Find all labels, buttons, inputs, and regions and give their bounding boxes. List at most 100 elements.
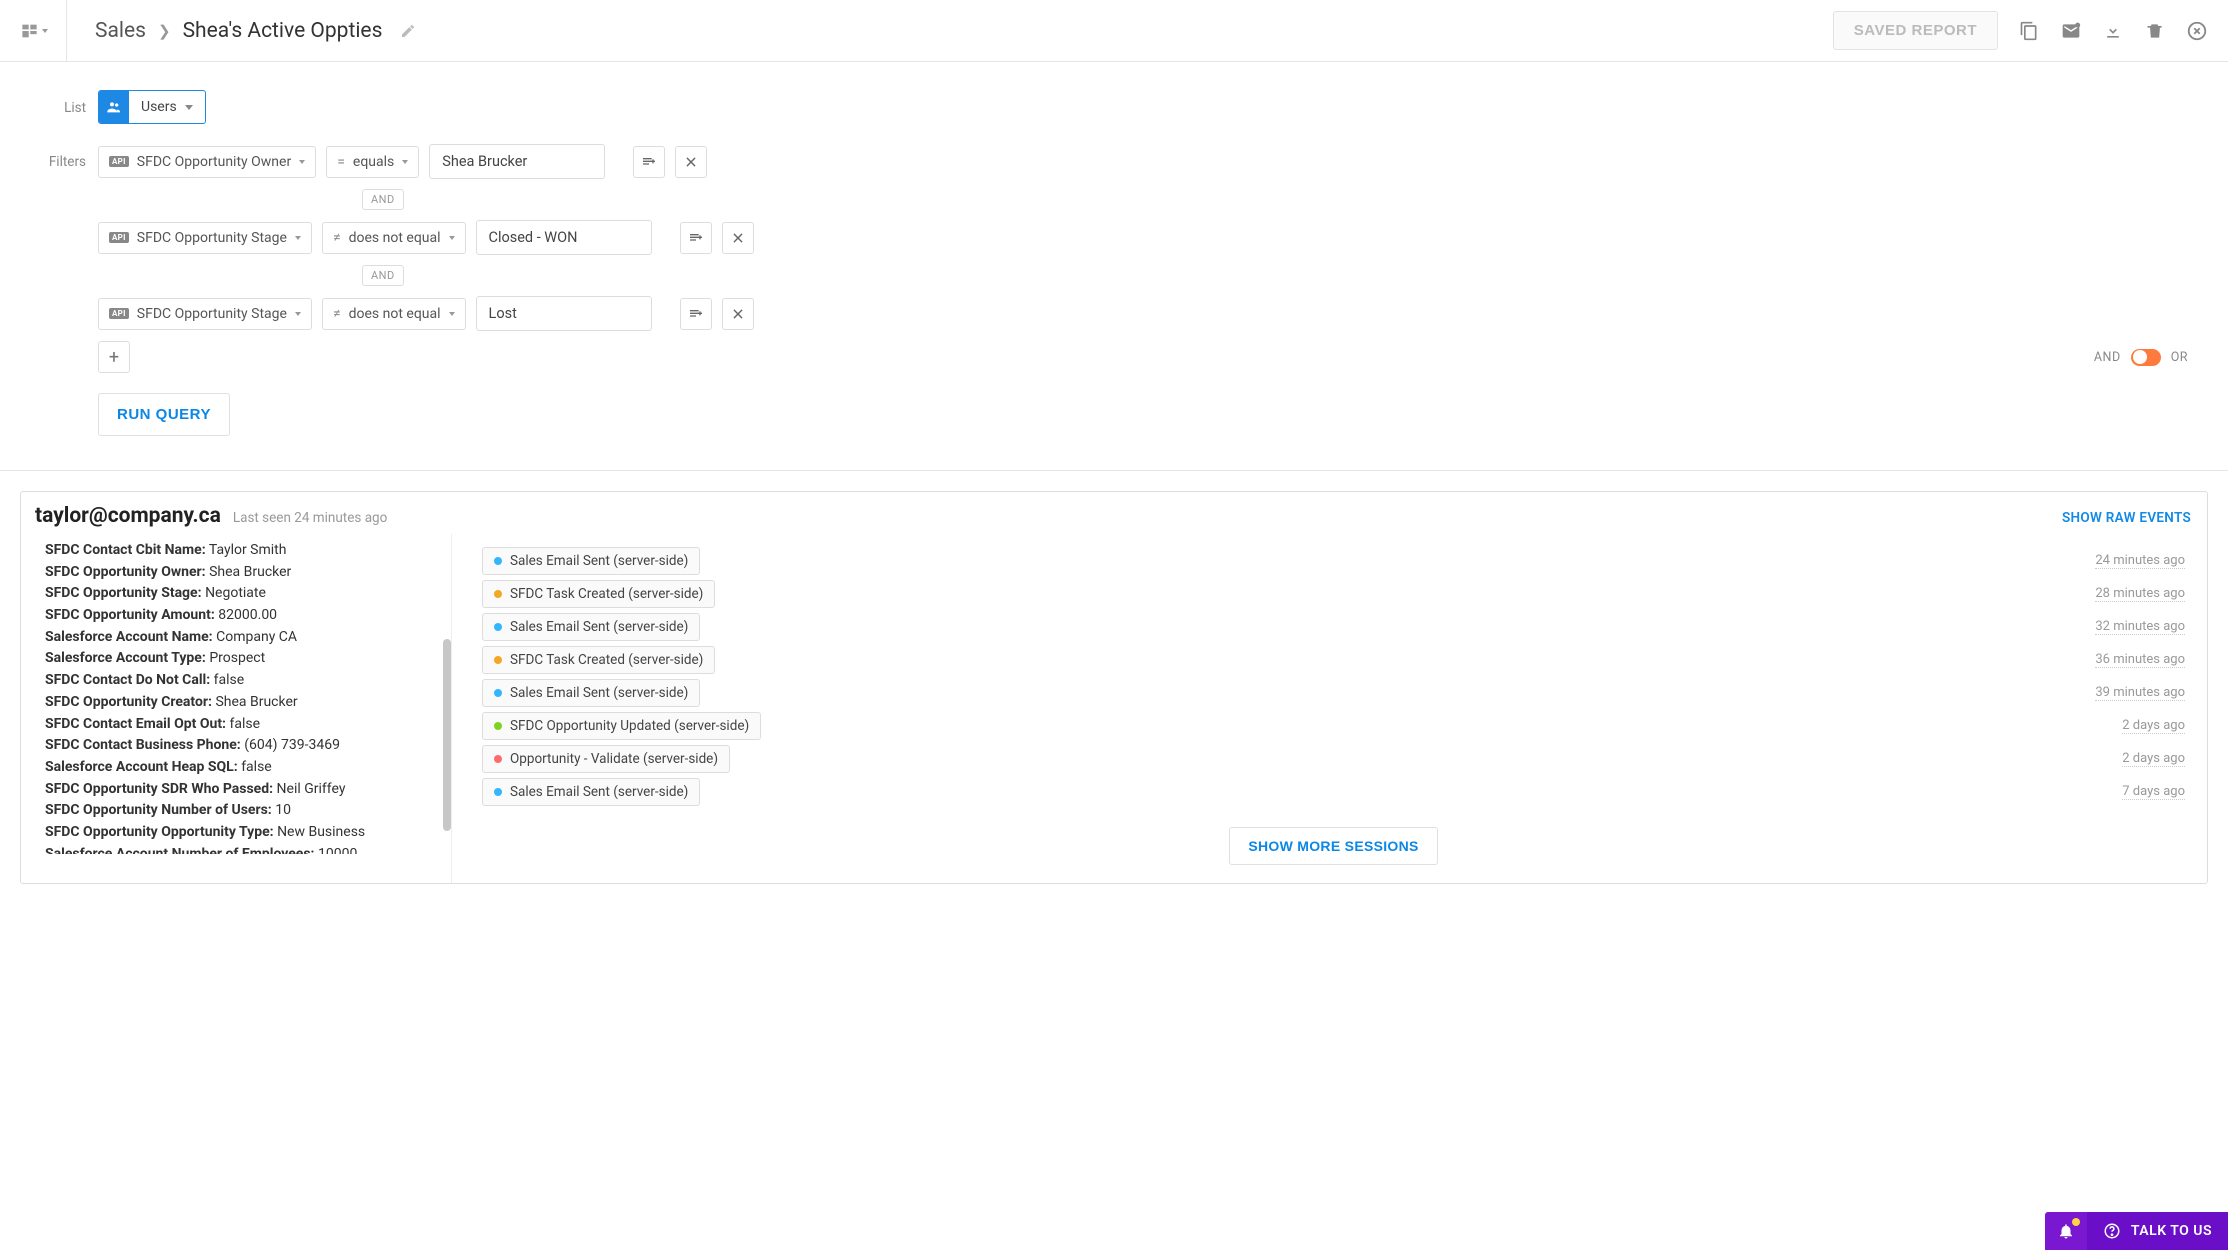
filter-remove-icon[interactable] [675, 146, 707, 178]
filter-remove-icon[interactable] [722, 222, 754, 254]
talk-to-us-label: TALK TO US [2131, 1223, 2212, 1239]
filter-row: APISFDC Opportunity Owner =equals Shea Bru… [98, 144, 2188, 179]
close-circle-icon[interactable] [2186, 20, 2208, 42]
user-detail-panel: taylor@company.ca Last seen 24 minutes a… [20, 491, 2208, 884]
events-list: Sales Email Sent (server-side) 24 minutes… [451, 534, 2207, 883]
event-dot-icon [494, 557, 502, 565]
filter-add-icon[interactable] [680, 298, 712, 330]
event-row: SFDC Task Created (server-side)28 minute… [482, 580, 2185, 608]
event-time: 39 minutes ago [2095, 685, 2185, 701]
and-or-toggle: ANDOR [2094, 349, 2188, 366]
event-chip[interactable]: Opportunity - Validate (server-side) [482, 745, 730, 773]
show-more-sessions-button[interactable]: SHOW MORE SESSIONS [1229, 827, 1437, 865]
mail-icon[interactable] [2060, 20, 2082, 42]
event-time: 36 minutes ago [2095, 652, 2185, 668]
run-query-button[interactable]: RUN QUERY [98, 393, 230, 436]
filter-field-select[interactable]: APISFDC Opportunity Owner [98, 146, 316, 178]
property-row: SFDC Opportunity SDR Who Passed: Neil Gr… [45, 779, 435, 801]
talk-to-us-widget[interactable]: TALK TO US [2045, 1212, 2228, 1250]
filter-row: APISFDC Opportunity Stage ≠does not equal… [98, 296, 2188, 331]
event-time: 7 days ago [2122, 784, 2185, 800]
event-chip[interactable]: SFDC Task Created (server-side) [482, 580, 715, 608]
filter-remove-icon[interactable] [722, 298, 754, 330]
event-row: Sales Email Sent (server-side) 24 minutes… [482, 547, 2185, 575]
event-chip[interactable]: SFDC Opportunity Updated (server-side) [482, 712, 761, 740]
event-time: 24 minutes ago [2095, 553, 2185, 569]
event-row: Sales Email Sent (server-side) 7 days ago [482, 778, 2185, 806]
add-filter-button[interactable]: + [98, 341, 130, 373]
chevron-down-icon [299, 160, 305, 164]
saved-report-button[interactable]: SAVED REPORT [1833, 11, 1998, 50]
property-row: SFDC Opportunity Opportunity Type: New B… [45, 822, 435, 844]
event-row: Sales Email Sent (server-side) 32 minutes… [482, 613, 2185, 641]
property-row: SFDC Opportunity Creator: Shea Brucker [45, 692, 435, 714]
property-row: SFDC Contact Do Not Call: false [45, 670, 435, 692]
and-or-switch[interactable] [2131, 349, 2161, 366]
user-email: taylor@company.ca [35, 504, 221, 528]
event-dot-icon [494, 722, 502, 730]
event-time: 32 minutes ago [2095, 619, 2185, 635]
last-seen-text: Last seen 24 minutes ago [233, 510, 388, 526]
event-row: SFDC Task Created (server-side) 36 minute… [482, 646, 2185, 674]
chevron-down-icon [295, 312, 301, 316]
property-row: Salesforce Account Number of Employees: … [45, 844, 435, 854]
filter-add-icon[interactable] [633, 146, 665, 178]
and-connector: AND [362, 189, 404, 210]
filter-add-icon[interactable] [680, 222, 712, 254]
event-row: SFDC Opportunity Updated (server-side) 2 … [482, 712, 2185, 740]
help-icon [2103, 1222, 2121, 1240]
event-row: Sales Email Sent (server-side) 39 minutes… [482, 679, 2185, 707]
event-chip[interactable]: Sales Email Sent (server-side) [482, 613, 700, 641]
filter-value-input[interactable]: Closed - WON [476, 220, 652, 255]
property-row: SFDC Opportunity Stage: Negotiate [45, 583, 435, 605]
event-time: 2 days ago [2122, 751, 2185, 767]
top-bar: Sales ❯ Shea's Active Oppties SAVED REPO… [0, 0, 2228, 62]
event-chip[interactable]: SFDC Task Created (server-side) [482, 646, 715, 674]
list-selector[interactable]: Users [98, 90, 206, 124]
trash-icon[interactable] [2144, 20, 2166, 42]
event-chip[interactable]: Sales Email Sent (server-side) [482, 778, 700, 806]
filter-operator-select[interactable]: ≠does not equal [322, 298, 466, 330]
users-icon [99, 91, 129, 123]
chevron-down-icon [402, 160, 408, 164]
edit-icon[interactable] [400, 23, 416, 39]
and-connector: AND [362, 265, 404, 286]
scrollbar[interactable] [443, 534, 451, 883]
event-dot-icon [494, 656, 502, 664]
property-row: Salesforce Account Type: Prospect [45, 648, 435, 670]
event-dot-icon [494, 755, 502, 763]
chevron-right-icon: ❯ [158, 22, 171, 40]
show-raw-events-link[interactable]: SHOW RAW EVENTS [2062, 510, 2191, 526]
property-row: SFDC Opportunity Amount: 82000.00 [45, 605, 435, 627]
event-chip[interactable]: Sales Email Sent (server-side) [482, 547, 700, 575]
breadcrumb: Sales ❯ Shea's Active Oppties [95, 19, 416, 43]
or-label: OR [2171, 350, 2188, 365]
download-icon[interactable] [2102, 20, 2124, 42]
filters-label: Filters [40, 144, 98, 170]
property-row: SFDC Contact Business Phone: (604) 739-3… [45, 735, 435, 757]
filter-field-select[interactable]: APISFDC Opportunity Stage [98, 298, 312, 330]
query-builder: List Users Filters APISFDC Opportunity O… [0, 62, 2228, 470]
filter-value-input[interactable]: Shea Brucker [429, 144, 605, 179]
list-label: List [40, 90, 98, 116]
breadcrumb-root[interactable]: Sales [95, 19, 146, 43]
event-time: 2 days ago [2122, 718, 2185, 734]
property-row: Salesforce Account Heap SQL: false [45, 757, 435, 779]
properties-list: SFDC Contact Cbit Name: Taylor SmithSFDC… [21, 534, 451, 854]
filter-field-select[interactable]: APISFDC Opportunity Stage [98, 222, 312, 254]
filter-operator-select[interactable]: ≠does not equal [322, 222, 466, 254]
filter-value-input[interactable]: Lost [476, 296, 652, 331]
filter-operator-select[interactable]: =equals [326, 146, 419, 178]
divider [0, 470, 2228, 471]
event-dot-icon [494, 623, 502, 631]
event-chip[interactable]: Sales Email Sent (server-side) [482, 679, 700, 707]
event-dot-icon [494, 689, 502, 697]
copy-icon[interactable] [2018, 20, 2040, 42]
property-row: SFDC Opportunity Owner: Shea Brucker [45, 562, 435, 584]
chevron-down-icon [449, 236, 455, 240]
property-row: SFDC Opportunity Number of Users: 10 [45, 800, 435, 822]
dashboard-menu-icon[interactable] [20, 17, 48, 45]
property-row: Salesforce Account Name: Company CA [45, 627, 435, 649]
notification-bell-icon[interactable] [2045, 1212, 2087, 1250]
event-dot-icon [494, 788, 502, 796]
